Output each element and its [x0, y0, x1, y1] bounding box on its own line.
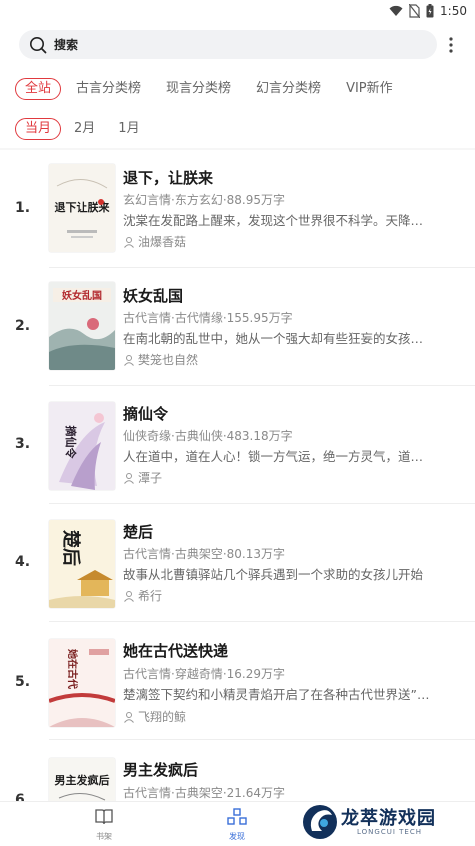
cover-title: 男主发疯后 — [55, 773, 110, 787]
book-author: 樊笼也自然 — [123, 351, 198, 368]
book-cover[interactable]: 楚后 — [49, 520, 115, 608]
nav-label: 发现 — [229, 832, 245, 841]
status-bar: 1:50 — [0, 0, 475, 24]
nav-label: 书架 — [96, 832, 112, 841]
status-time: 1:50 — [440, 4, 467, 18]
cover-art: 她在古代 — [49, 639, 115, 727]
book-meta: 古代言情·穿越奇情·16.29万字 — [123, 667, 285, 681]
rank-number: 5. — [15, 674, 31, 690]
book-icon — [95, 809, 113, 825]
book-author: 飞翔的鲸 — [123, 708, 186, 725]
watermark-title: 龙萃游戏园 — [341, 808, 436, 829]
book-meta: 古代言情·古典架空·80.13万字 — [123, 547, 285, 561]
book-title[interactable]: 退下，让朕来 — [123, 167, 213, 188]
author-name: 飞翔的鲸 — [138, 710, 187, 724]
ranking-list: 1. 退下让朕来 退下，让朕来 玄幻言情·东方玄幻·88.95万字 沈棠在发配路… — [0, 150, 475, 801]
book-title[interactable]: 楚后 — [123, 521, 153, 542]
book-description: 在南北朝的乱世中，她从一个强大却有些狂妄的女孩… — [123, 331, 424, 346]
rank-number: 2. — [15, 318, 31, 334]
user-icon — [124, 472, 134, 484]
book-meta: 玄幻言情·东方玄幻·88.95万字 — [123, 193, 285, 207]
book-cover[interactable]: 妖女乱国 — [49, 282, 115, 370]
watermark-subtitle: LONGCUI TECH — [357, 828, 422, 836]
tab-january[interactable]: 1月 — [108, 118, 149, 140]
cover-art: 妖女乱国 — [49, 282, 115, 370]
list-item[interactable]: 5. 她在古代 她在古代送快递 古代言情·穿越奇情·16.29万字 楚漓签下契约… — [0, 622, 475, 740]
rank-number: 1. — [15, 200, 31, 216]
cover-title: 楚后 — [60, 530, 82, 566]
user-icon — [124, 711, 134, 723]
battery-icon — [426, 4, 434, 18]
book-cover[interactable]: 摘仙令 — [49, 402, 115, 490]
watermark-emblem-icon — [303, 805, 337, 839]
list-item[interactable]: 1. 退下让朕来 退下，让朕来 玄幻言情·东方玄幻·88.95万字 沈棠在发配路… — [0, 150, 475, 268]
search-icon — [30, 36, 47, 53]
cover-art: 男主发疯后 — [49, 758, 115, 801]
book-description: 楚漓签下契约和小精灵青焰开启了在各种古代世界送”… — [123, 687, 430, 702]
book-description: 人在道中，道在人心！锁一方气运，绝一方灵气，道… — [123, 449, 424, 464]
cover-title: 妖女乱国 — [62, 289, 102, 302]
tab-vip-new[interactable]: VIP新作 — [336, 78, 403, 100]
tab-february[interactable]: 2月 — [64, 118, 105, 140]
no-sim-icon — [409, 4, 421, 18]
user-icon — [124, 354, 134, 366]
nav-bookshelf[interactable]: 书架 — [74, 808, 134, 842]
list-item[interactable]: 6. 男主发疯后 男主发疯后 古代言情·古典架空·21.64万字 — [0, 740, 475, 801]
book-title[interactable]: 男主发疯后 — [123, 759, 198, 780]
book-cover[interactable]: 她在古代 — [49, 639, 115, 727]
user-icon — [124, 590, 134, 602]
tab-all-site[interactable]: 全站 — [15, 78, 62, 100]
book-author: 希行 — [123, 587, 162, 604]
rank-number: 3. — [15, 436, 31, 452]
list-item[interactable]: 3. 摘仙令 摘仙令 仙侠奇缘·古典仙侠·483.18万字 人在道中，道在人心！… — [0, 386, 475, 504]
cover-title: 摘仙令 — [64, 426, 78, 460]
tab-fantasy-romance[interactable]: 幻言分类榜 — [246, 78, 331, 100]
book-description: 沈棠在发配路上醒来，发现这个世界很不科学。天降… — [123, 213, 424, 228]
search-label: 搜索 — [54, 38, 79, 52]
list-item[interactable]: 2. 妖女乱国 妖女乱国 古代言情·古代情缘·155.95万字 在南北朝的乱世中… — [0, 268, 475, 386]
book-title[interactable]: 妖女乱国 — [123, 285, 183, 306]
cover-art: 摘仙令 — [49, 402, 115, 490]
cover-title: 她在古代 — [66, 649, 79, 689]
book-meta: 古代言情·古典架空·21.64万字 — [123, 786, 285, 800]
more-vertical-icon — [449, 37, 453, 53]
book-author: 潭子 — [123, 469, 162, 486]
search-bar[interactable]: 搜索 — [19, 30, 437, 59]
book-meta: 仙侠奇缘·古典仙侠·483.18万字 — [123, 429, 293, 443]
discover-icon — [227, 808, 247, 825]
tab-ancient-romance[interactable]: 古言分类榜 — [66, 78, 151, 100]
book-meta: 古代言情·古代情缘·155.95万字 — [123, 311, 293, 325]
rank-number: 4. — [15, 554, 31, 570]
book-title[interactable]: 她在古代送快递 — [123, 640, 228, 661]
author-name: 潭子 — [138, 471, 163, 485]
rank-number: 6. — [15, 792, 31, 801]
book-cover[interactable]: 退下让朕来 — [49, 164, 115, 252]
category-tabs: 全站 古言分类榜 现言分类榜 幻言分类榜 VIP新作 — [15, 78, 406, 100]
book-cover[interactable]: 男主发疯后 — [49, 758, 115, 801]
watermark-logo: 龙萃游戏园 LONGCUI TECH — [302, 800, 472, 844]
month-tabs: 当月 2月 1月 — [15, 118, 153, 140]
nav-discover[interactable]: 发现 — [207, 808, 267, 842]
book-description: 故事从北曹镇驿站几个驿兵遇到一个求助的女孩儿开始 — [123, 567, 424, 582]
user-icon — [124, 236, 134, 248]
author-name: 樊笼也自然 — [138, 353, 199, 367]
author-name: 油爆香菇 — [138, 235, 187, 249]
list-item[interactable]: 4. 楚后 楚后 古代言情·古典架空·80.13万字 故事从北曹镇驿站几个驿兵遇… — [0, 504, 475, 622]
more-options-button[interactable] — [444, 36, 458, 54]
cover-art: 退下让朕来 — [49, 164, 115, 252]
book-title[interactable]: 摘仙令 — [123, 403, 168, 424]
tab-modern-romance[interactable]: 现言分类榜 — [156, 78, 241, 100]
wifi-icon — [389, 5, 403, 16]
author-name: 希行 — [138, 589, 163, 603]
tab-current-month[interactable]: 当月 — [15, 118, 62, 140]
book-author: 油爆香菇 — [123, 233, 186, 250]
cover-art: 楚后 — [49, 520, 115, 608]
